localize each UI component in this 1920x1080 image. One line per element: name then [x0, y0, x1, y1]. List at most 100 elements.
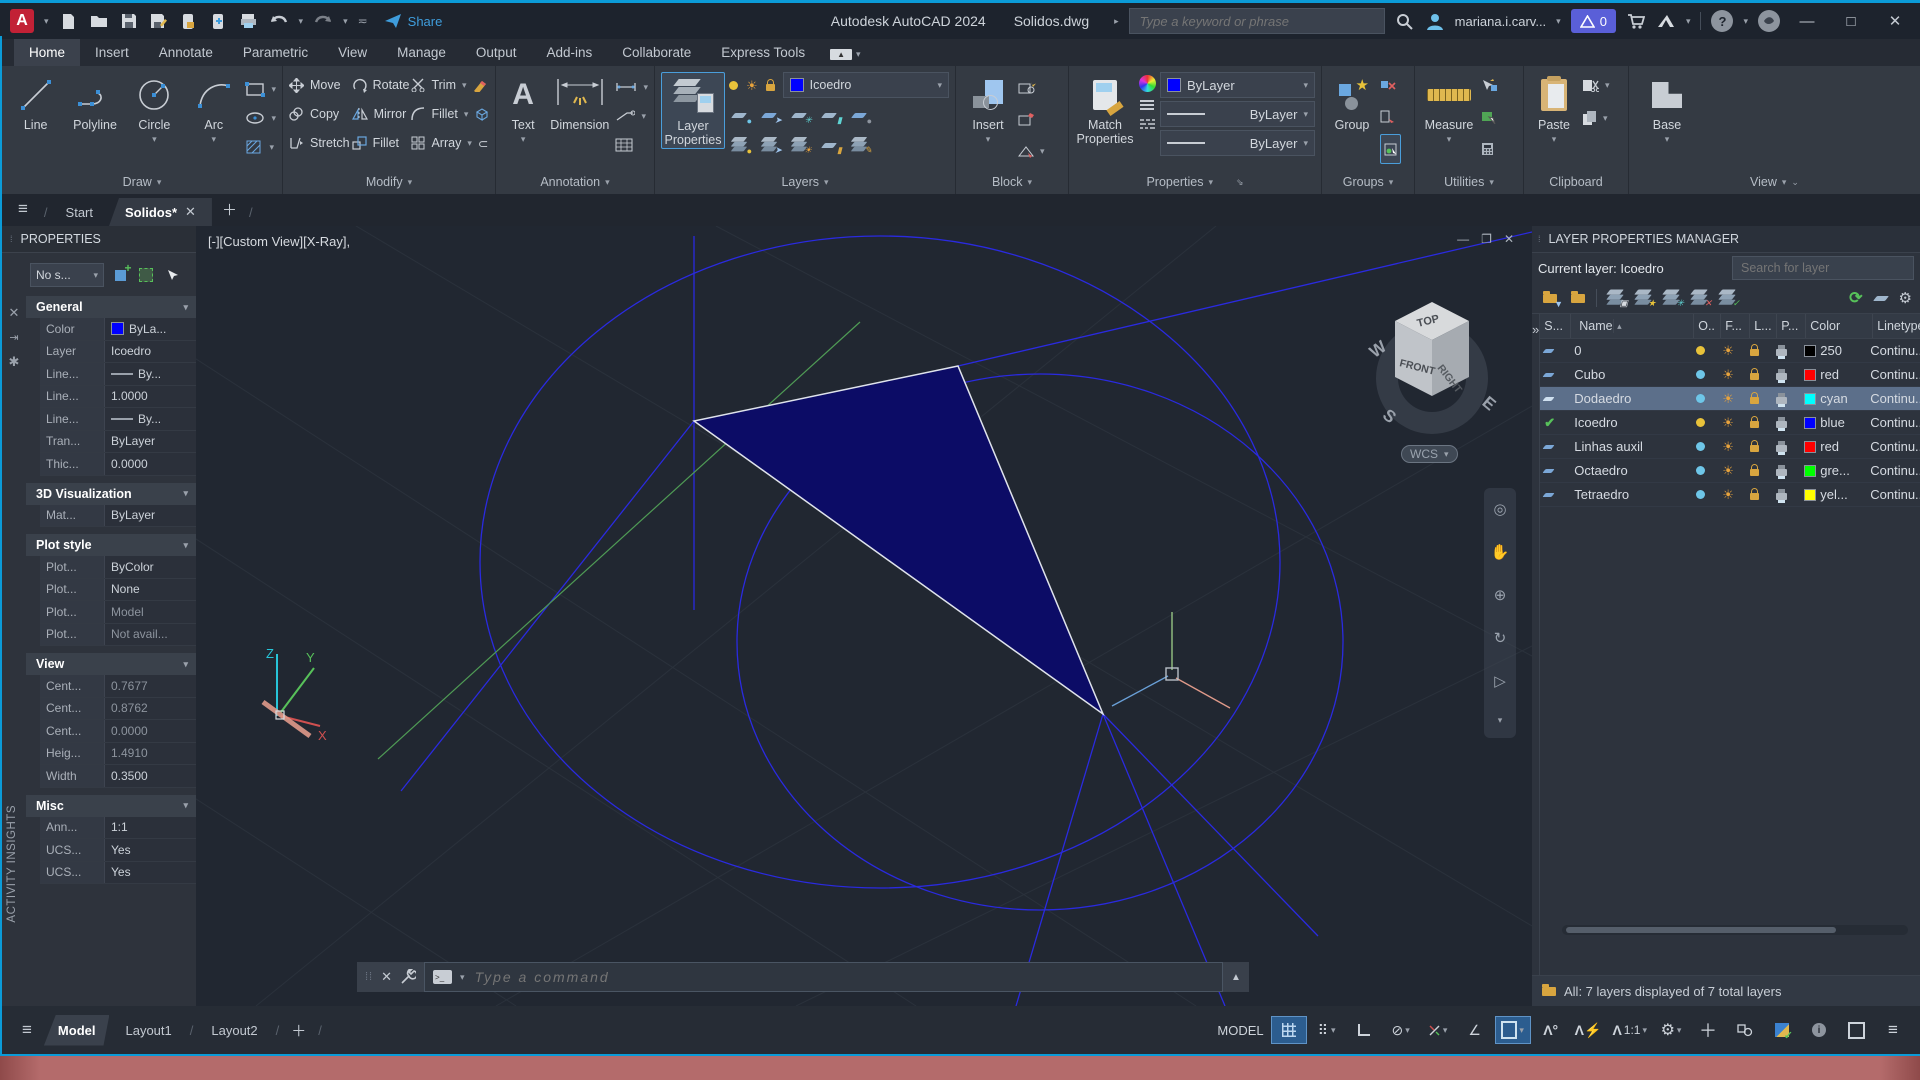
- group-button[interactable]: ★ Group: [1328, 72, 1376, 132]
- layer-match-icon[interactable]: ●: [729, 136, 749, 154]
- paste-button[interactable]: Paste ▾: [1530, 72, 1578, 145]
- search-icon[interactable]: [1395, 11, 1415, 31]
- sun-thaw-icon[interactable]: ☀: [1722, 344, 1734, 357]
- undo-icon[interactable]: [269, 11, 289, 31]
- table-button[interactable]: [615, 132, 648, 158]
- grid-toggle[interactable]: [1271, 1016, 1307, 1044]
- linetype-combo[interactable]: ByLayer▾: [1160, 130, 1315, 156]
- help-search-input[interactable]: [1138, 13, 1376, 30]
- nav-more-icon[interactable]: ▾: [1498, 715, 1503, 726]
- wcs-dropdown[interactable]: WCS▾: [1401, 445, 1458, 463]
- graphics-performance-button[interactable]: [1765, 1017, 1799, 1043]
- bulb-off-icon[interactable]: [1696, 370, 1705, 379]
- new-property-filter-icon[interactable]: ▼: [1540, 289, 1560, 307]
- unlock-icon[interactable]: [1750, 373, 1759, 380]
- isodraft-toggle[interactable]: ▾: [1421, 1017, 1455, 1043]
- showmotion-icon[interactable]: ▷: [1494, 672, 1506, 690]
- ribbon-tab-insert[interactable]: Insert: [80, 39, 144, 66]
- property-row[interactable]: Line...By...: [40, 363, 196, 386]
- leader-button[interactable]: ▾: [615, 103, 648, 129]
- dimension-button[interactable]: Dimension: [548, 72, 611, 132]
- construction-geometry[interactable]: [401, 232, 1532, 1006]
- select-similar-button[interactable]: [1481, 104, 1497, 130]
- command-input-box[interactable]: >_ ▾: [424, 962, 1223, 992]
- ribbon-tab-express-tools[interactable]: Express Tools: [706, 39, 820, 66]
- layer-thaw-icon[interactable]: ☀: [746, 79, 758, 92]
- property-row[interactable]: Thic...0.0000: [40, 453, 196, 476]
- delete-layer-icon[interactable]: ✕: [1689, 289, 1709, 307]
- close-button[interactable]: ✕: [1878, 8, 1912, 34]
- new-tab-button[interactable]: ＋: [212, 199, 247, 226]
- ucs-icon[interactable]: Z Y X: [263, 646, 327, 743]
- printer-icon[interactable]: [1776, 469, 1787, 476]
- layer-fade-icon[interactable]: ✎: [849, 136, 869, 154]
- printer-icon[interactable]: [1776, 397, 1787, 404]
- layout-tab-layout1[interactable]: Layout1: [111, 1015, 185, 1046]
- sun-thaw-icon[interactable]: ☀: [1722, 488, 1734, 501]
- group-selection-toggle[interactable]: [1380, 134, 1401, 164]
- arc-button[interactable]: Arc ▾: [186, 72, 241, 145]
- property-row[interactable]: UCS...Yes: [40, 862, 196, 885]
- layer-lock-icon[interactable]: ▮: [819, 106, 839, 124]
- layer-unisolate-icon[interactable]: ➤: [759, 106, 779, 124]
- property-row[interactable]: Line...1.0000: [40, 386, 196, 409]
- printer-icon[interactable]: [1776, 349, 1787, 356]
- property-row[interactable]: Line...By...: [40, 408, 196, 431]
- model-space[interactable]: Z Y X W S E TOP FRONT: [196, 226, 1532, 1006]
- close-palette-icon[interactable]: ✕: [9, 305, 20, 321]
- set-current-layer-icon[interactable]: ✓: [1717, 289, 1737, 307]
- ortho-toggle[interactable]: [1347, 1017, 1381, 1043]
- panel-label-draw[interactable]: Draw▾: [2, 170, 282, 194]
- trim-button[interactable]: Trim▾: [411, 72, 489, 98]
- customization-button[interactable]: ⚙▾: [1654, 1017, 1688, 1043]
- navigation-wheel-icon[interactable]: ◎: [1493, 500, 1506, 518]
- help-icon[interactable]: ?: [1711, 10, 1733, 32]
- scale-button[interactable]: Fillet: [352, 130, 410, 156]
- auxiliary-line[interactable]: [378, 322, 860, 759]
- caret-down-icon[interactable]: ▾: [1686, 16, 1691, 27]
- panel-label-clipboard[interactable]: Clipboard: [1524, 170, 1628, 194]
- hardware-acceleration-button[interactable]: i: [1802, 1017, 1836, 1043]
- layer-isolate-icon[interactable]: ●: [729, 106, 749, 124]
- fillet-button[interactable]: Fillet▾: [411, 101, 489, 127]
- isolate-objects-button[interactable]: [1728, 1017, 1762, 1043]
- insert-button[interactable]: Insert ▾: [962, 72, 1014, 145]
- autodesk-logo-icon[interactable]: [1656, 11, 1676, 31]
- redo-icon[interactable]: [313, 11, 333, 31]
- unlock-icon[interactable]: [1750, 445, 1759, 452]
- array-button[interactable]: Array▾⊂: [411, 130, 489, 156]
- bulb-off-icon[interactable]: [1696, 466, 1705, 475]
- line-button[interactable]: Line: [8, 72, 63, 132]
- app-menu-icon[interactable]: A: [10, 9, 34, 33]
- panel-label-groups[interactable]: Groups▾: [1322, 170, 1414, 194]
- close-command-icon[interactable]: ✕: [381, 969, 392, 985]
- toggle-pickadd-icon[interactable]: [110, 265, 130, 285]
- unlock-icon[interactable]: [1750, 421, 1759, 428]
- share-button[interactable]: Share: [384, 13, 443, 29]
- layer-states-icon[interactable]: ▣: [1605, 289, 1625, 307]
- ungroup-button[interactable]: [1380, 72, 1401, 98]
- ribbon-tab-home[interactable]: Home: [14, 39, 80, 66]
- property-row[interactable]: Mat...ByLayer: [40, 505, 196, 528]
- new-group-filter-icon[interactable]: [1568, 289, 1588, 307]
- panel-label-annotation[interactable]: Annotation▾: [496, 170, 654, 194]
- ribbon-tab-annotate[interactable]: Annotate: [144, 39, 228, 66]
- printer-icon[interactable]: [1776, 493, 1787, 500]
- base-button[interactable]: Base ▾: [1643, 72, 1691, 145]
- sun-thaw-icon[interactable]: ☀: [1722, 368, 1734, 381]
- collapse-filter-tree-icon[interactable]: »: [1532, 314, 1540, 975]
- open-folder-icon[interactable]: [89, 11, 109, 31]
- copy-clip-button[interactable]: ▾: [1582, 105, 1610, 131]
- doc-close-icon[interactable]: ✕: [1504, 232, 1514, 246]
- command-grip[interactable]: ⁞⁞ ✕: [357, 962, 424, 992]
- bulb-off-icon[interactable]: [1696, 490, 1705, 499]
- layer-off-icon[interactable]: ▮: [819, 136, 839, 154]
- layer-manager-header[interactable]: ⁞ LAYER PROPERTIES MANAGER: [1532, 226, 1920, 253]
- properties-palette-header[interactable]: ⁞ PROPERTIES: [2, 226, 196, 253]
- annotation-autoscale-toggle[interactable]: Λ⚡: [1571, 1017, 1606, 1043]
- layer-on-icon[interactable]: [729, 81, 738, 90]
- layer-freeze-icon[interactable]: ✳: [789, 106, 809, 124]
- help-search-box[interactable]: [1129, 8, 1385, 34]
- object-snap-toggle[interactable]: ∠: [1458, 1017, 1492, 1043]
- refresh-icon[interactable]: ⟳: [1849, 288, 1862, 308]
